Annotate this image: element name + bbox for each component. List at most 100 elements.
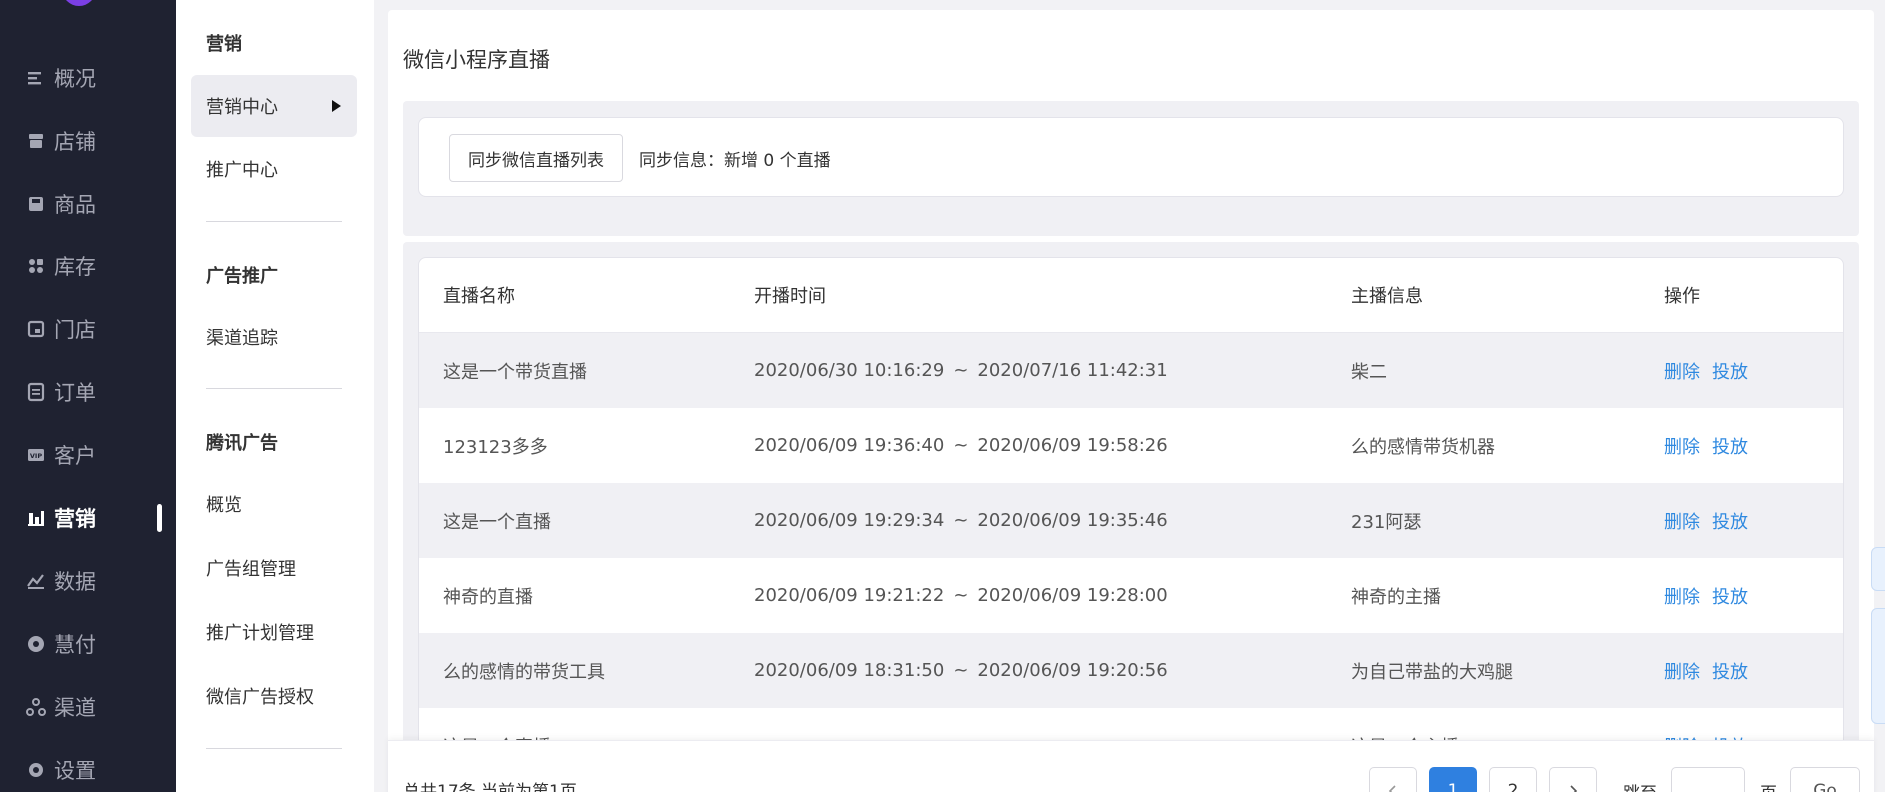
header-name: 直播名称 [443, 286, 515, 307]
go-button[interactable]: Go [1790, 767, 1860, 792]
prev-page-button[interactable] [1369, 767, 1417, 792]
nav-item-marketing[interactable]: 营销 [0, 498, 176, 538]
nav-label: 慧付 [54, 633, 96, 657]
page-1-button[interactable]: 1 [1429, 767, 1477, 792]
publish-link[interactable]: 投放 [1712, 362, 1748, 383]
sub-item-promotion-center[interactable]: 推广中心 [191, 138, 357, 200]
start-time: 2020/06/30 10:16:29 [754, 360, 945, 381]
nav-item-settings[interactable]: 设置 [0, 750, 176, 790]
cell-actions: 删除投放 [1664, 358, 1760, 384]
nav-item-pay[interactable]: 慧付 [0, 624, 176, 664]
divider [206, 388, 342, 389]
sub-item-ad-group[interactable]: 广告组管理 [191, 537, 357, 599]
nav-item-inventory[interactable]: 库存 [0, 246, 176, 286]
end-time: 2020/06/09 19:35:46 [977, 510, 1168, 531]
nav-item-data[interactable]: 数据 [0, 561, 176, 601]
page-2-button[interactable]: 2 [1489, 767, 1537, 792]
nav-label: 客户 [54, 444, 96, 468]
channel-icon [26, 697, 46, 717]
publish-link[interactable]: 投放 [1712, 437, 1748, 458]
cell-anchor: 神奇的主播 [1351, 586, 1441, 608]
floating-tab-top[interactable] [1871, 547, 1885, 591]
vip-icon: VIP [26, 445, 46, 465]
sync-live-list-button[interactable]: 同步微信直播列表 [449, 134, 623, 182]
sync-section: 同步微信直播列表 同步信息：新增 0 个直播 [403, 101, 1859, 236]
delete-link[interactable]: 删除 [1664, 662, 1700, 683]
nav-item-overview[interactable]: 概况 [0, 58, 176, 98]
caret-right-icon [332, 100, 341, 112]
line-chart-icon [26, 571, 46, 591]
grid-icon [26, 256, 46, 276]
store-icon [26, 131, 46, 151]
sub-item-plan[interactable]: 推广计划管理 [191, 601, 357, 663]
time-separator: ~ [953, 660, 969, 681]
list-icon [26, 68, 46, 88]
end-time: 2020/06/09 19:20:56 [977, 660, 1168, 681]
table-row: 么的感情的带货工具 2020/06/09 18:31:50 ~2020/06/09 … [419, 633, 1843, 708]
cell-live-name: 123123多多 [443, 436, 548, 458]
coin-icon [26, 634, 46, 654]
publish-link[interactable]: 投放 [1712, 512, 1748, 533]
nav-label: 设置 [54, 759, 96, 783]
nav-label: 营销 [54, 507, 96, 531]
cell-live-time: 2020/06/09 19:36:40 ~2020/06/09 19:58:26 [754, 435, 1168, 456]
sub-item-label: 广告组管理 [206, 559, 296, 580]
divider [206, 748, 342, 749]
chevron-right-icon [1570, 785, 1578, 792]
cell-live-name: 么的感情的带货工具 [443, 661, 605, 683]
page-unit-label: 页 [1760, 779, 1777, 792]
sub-item-wechat-auth[interactable]: 微信广告授权 [191, 665, 357, 727]
delete-link[interactable]: 删除 [1664, 587, 1700, 608]
delete-link[interactable]: 删除 [1664, 437, 1700, 458]
bar-chart-icon [26, 508, 46, 528]
sync-box: 同步微信直播列表 同步信息：新增 0 个直播 [418, 117, 1844, 197]
cell-actions: 删除投放 [1664, 658, 1760, 684]
nav-item-goods[interactable]: 商品 [0, 184, 176, 224]
cell-live-name: 神奇的直播 [443, 586, 533, 608]
sub-item-label: 推广中心 [206, 160, 278, 181]
next-page-button[interactable] [1549, 767, 1597, 792]
nav-item-orders[interactable]: 订单 [0, 372, 176, 412]
sub-item-marketing-center[interactable]: 营销中心 [191, 75, 357, 137]
floating-tab-bottom[interactable] [1871, 608, 1885, 724]
delete-link[interactable]: 删除 [1664, 362, 1700, 383]
nav-label: 渠道 [54, 696, 96, 720]
nav-item-store[interactable]: 店铺 [0, 121, 176, 161]
header-time: 开播时间 [754, 286, 826, 307]
sub-item-label: 渠道追踪 [206, 328, 278, 349]
sub-item-label: 营销中心 [206, 97, 278, 118]
table-row: 神奇的直播 2020/06/09 19:21:22 ~2020/06/09 19:2… [419, 558, 1843, 633]
cell-anchor: 么的感情带货机器 [1351, 436, 1495, 458]
order-icon [26, 382, 46, 402]
sync-info-text: 同步信息：新增 0 个直播 [639, 151, 831, 171]
end-time: 2020/07/16 11:42:31 [977, 360, 1168, 381]
sub-item-overview[interactable]: 概览 [191, 473, 357, 535]
publish-link[interactable]: 投放 [1712, 662, 1748, 683]
time-separator: ~ [953, 510, 969, 531]
sub-item-channel-tracking[interactable]: 渠道追踪 [191, 306, 357, 368]
active-indicator [157, 504, 162, 532]
nav-label: 商品 [54, 193, 96, 217]
table-row: 这是一个直播 2020/06/09 19:29:34 ~2020/06/09 19:… [419, 483, 1843, 558]
bag-icon [26, 194, 46, 214]
shop-icon [26, 319, 46, 339]
time-separator: ~ [953, 435, 969, 456]
sub-item-label: 推广计划管理 [206, 623, 314, 644]
publish-link[interactable]: 投放 [1712, 587, 1748, 608]
jump-page-input[interactable] [1671, 767, 1745, 792]
nav-label: 门店 [54, 318, 96, 342]
cell-live-time: 2020/06/09 19:21:22 ~2020/06/09 19:28:00 [754, 585, 1168, 606]
nav-item-customers[interactable]: VIP 客户 [0, 435, 176, 475]
chevron-left-icon [1388, 785, 1396, 792]
table-section: 直播名称 开播时间 主播信息 操作 这是一个带货直播 2020/06/30 10:… [403, 242, 1859, 792]
cell-anchor: 柴二 [1351, 361, 1387, 383]
sub-item-label: 微信广告授权 [206, 687, 314, 708]
table-row: 这是一个带货直播 2020/06/30 10:16:29 ~2020/07/16 1… [419, 333, 1843, 408]
nav-label: 数据 [54, 570, 96, 594]
start-time: 2020/06/09 19:21:22 [754, 585, 945, 606]
nav-item-shop[interactable]: 门店 [0, 309, 176, 349]
end-time: 2020/06/09 19:28:00 [977, 585, 1168, 606]
nav-item-channel[interactable]: 渠道 [0, 687, 176, 727]
delete-link[interactable]: 删除 [1664, 512, 1700, 533]
pagination-bar: 总共17条 当前为第1页 1 2 跳至 页 Go [388, 740, 1874, 792]
